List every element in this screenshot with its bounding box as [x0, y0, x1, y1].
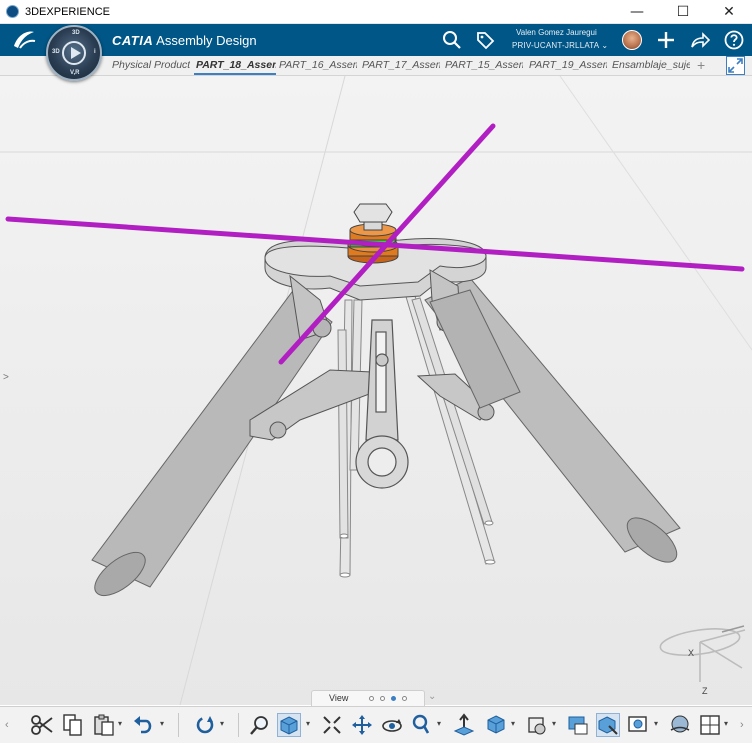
zoom-area-icon[interactable] — [248, 713, 272, 737]
paste-dropdown-icon[interactable]: ▾ — [118, 720, 124, 728]
hide-show-icon[interactable] — [566, 713, 590, 737]
layout-icon[interactable] — [698, 713, 722, 737]
tab-bar: Physical Product PART_18_Assem PART_16_A… — [0, 56, 752, 76]
ground-grid-line — [559, 76, 752, 351]
normal-to-plane-icon[interactable] — [452, 713, 476, 737]
avatar[interactable] — [622, 30, 642, 50]
expand-icon — [728, 58, 743, 73]
connecting-rod[interactable] — [355, 319, 409, 489]
user-name[interactable]: Valen Gomez Jauregui — [516, 28, 597, 37]
toolbar-scroll-left[interactable]: ‹ — [5, 719, 9, 731]
view-page-dot[interactable] — [369, 696, 374, 701]
action-bar: ‹ ▾ ▾ ▾ ▾ ▾ ▾ ▾ ▾ ▾ › — [0, 706, 752, 743]
toolbar-scroll-right[interactable]: › — [740, 719, 744, 731]
maximize-button[interactable]: ☐ — [660, 0, 706, 24]
copy-icon[interactable] — [61, 713, 85, 737]
compass-widget[interactable]: 3D 3D i V,R — [46, 25, 102, 81]
toolbar-separator — [178, 713, 179, 737]
play-icon[interactable] — [62, 41, 86, 65]
undo-dropdown-icon[interactable]: ▾ — [160, 720, 166, 728]
view-expand-icon[interactable]: ⌄ — [428, 691, 436, 702]
tenant-selector[interactable]: PRIV-UCANT-JRLLATA ⌄ — [512, 41, 608, 50]
minimize-button[interactable]: — — [614, 0, 660, 24]
view-page-dot-active[interactable] — [391, 696, 396, 701]
share-icon[interactable] — [689, 29, 711, 51]
capture-dropdown-icon[interactable]: ▾ — [654, 720, 660, 728]
update-icon[interactable] — [193, 713, 217, 737]
plus-icon[interactable] — [655, 29, 677, 51]
assembly-model[interactable]: X Z — [0, 76, 752, 705]
cut-icon[interactable] — [30, 713, 54, 737]
axis-x-label: X — [688, 648, 694, 658]
view-pager-label: View — [329, 693, 349, 703]
view-dropdown-icon[interactable]: ▾ — [511, 720, 517, 728]
pan-icon[interactable] — [350, 713, 374, 737]
search-icon[interactable] — [441, 29, 463, 51]
view-page-dot[interactable] — [380, 696, 385, 701]
add-tab-button[interactable]: + — [697, 57, 705, 73]
bolt-stack[interactable] — [347, 203, 399, 264]
tab-physical-product[interactable]: Physical Product — [112, 59, 190, 71]
window-title-bar: 3DEXPERIENCE — ☐ ✕ — [0, 0, 752, 24]
close-button[interactable]: ✕ — [706, 0, 752, 24]
rotate-icon[interactable] — [380, 713, 404, 737]
view-page-dot[interactable] — [402, 696, 407, 701]
fullscreen-button[interactable] — [726, 56, 745, 75]
undo-icon[interactable] — [132, 713, 156, 737]
tab-ensamblaje[interactable]: Ensamblaje_suje — [612, 59, 690, 71]
fit-dropdown-icon[interactable]: ▾ — [306, 720, 312, 728]
toolbar-separator — [238, 713, 239, 737]
fit-all-icon[interactable] — [277, 713, 301, 737]
paste-icon[interactable] — [92, 713, 116, 737]
axis-z-label: Z — [702, 686, 708, 696]
app-icon — [6, 5, 19, 18]
tab-part-16[interactable]: PART_16_Assem — [279, 59, 357, 71]
help-icon[interactable] — [723, 29, 745, 51]
capture-icon[interactable] — [626, 713, 650, 737]
active-tab-indicator — [194, 73, 276, 75]
window-title: 3DEXPERIENCE — [25, 6, 110, 18]
3ds-logo-icon[interactable] — [10, 28, 38, 52]
swap-visible-space-icon[interactable] — [596, 713, 620, 737]
tube-left-front[interactable] — [88, 291, 333, 604]
update-dropdown-icon[interactable]: ▾ — [220, 720, 226, 728]
render-dropdown-icon[interactable]: ▾ — [552, 720, 558, 728]
tab-part-18[interactable]: PART_18_Assem — [196, 59, 276, 71]
3d-viewport[interactable]: X Z > — [0, 76, 752, 705]
ambience-icon[interactable] — [668, 713, 692, 737]
zoom-icon[interactable] — [410, 713, 434, 737]
app-header: CATIA Assembly Design Valen Gomez Jaureg… — [0, 24, 752, 56]
left-panel-expand[interactable]: > — [3, 372, 9, 383]
iso-view-icon[interactable] — [484, 713, 508, 737]
view-pager[interactable]: View — [311, 690, 425, 706]
tab-part-17[interactable]: PART_17_Assem — [362, 59, 440, 71]
zoom-dropdown-icon[interactable]: ▾ — [437, 720, 443, 728]
render-style-icon[interactable] — [525, 713, 549, 737]
layout-dropdown-icon[interactable]: ▾ — [724, 720, 730, 728]
tab-part-19[interactable]: PART_19_Assem — [529, 59, 607, 71]
normal-view-icon[interactable] — [320, 713, 344, 737]
tag-icon[interactable] — [474, 29, 496, 51]
orientation-gizmo[interactable] — [659, 625, 746, 682]
app-title: CATIA Assembly Design — [112, 33, 257, 48]
tab-part-15[interactable]: PART_15_Assem — [445, 59, 523, 71]
